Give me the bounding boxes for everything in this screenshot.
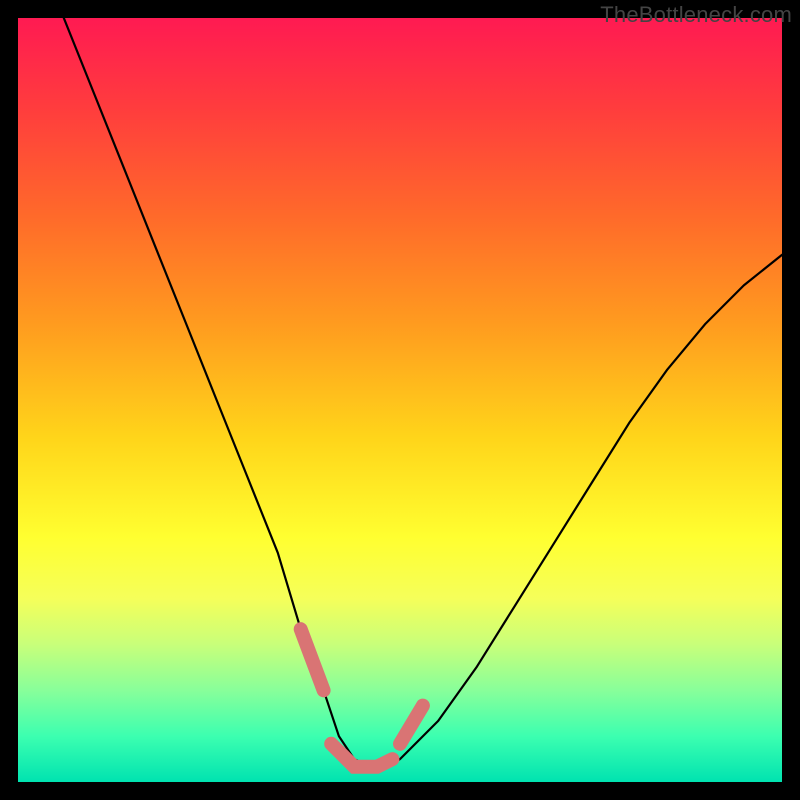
chart-frame — [18, 18, 782, 782]
watermark-text: TheBottleneck.com — [600, 2, 792, 28]
highlight-left — [301, 629, 324, 690]
highlight-right — [400, 706, 423, 744]
bottleneck-curve — [64, 18, 782, 767]
highlight-floor — [331, 744, 392, 767]
chart-svg — [18, 18, 782, 782]
